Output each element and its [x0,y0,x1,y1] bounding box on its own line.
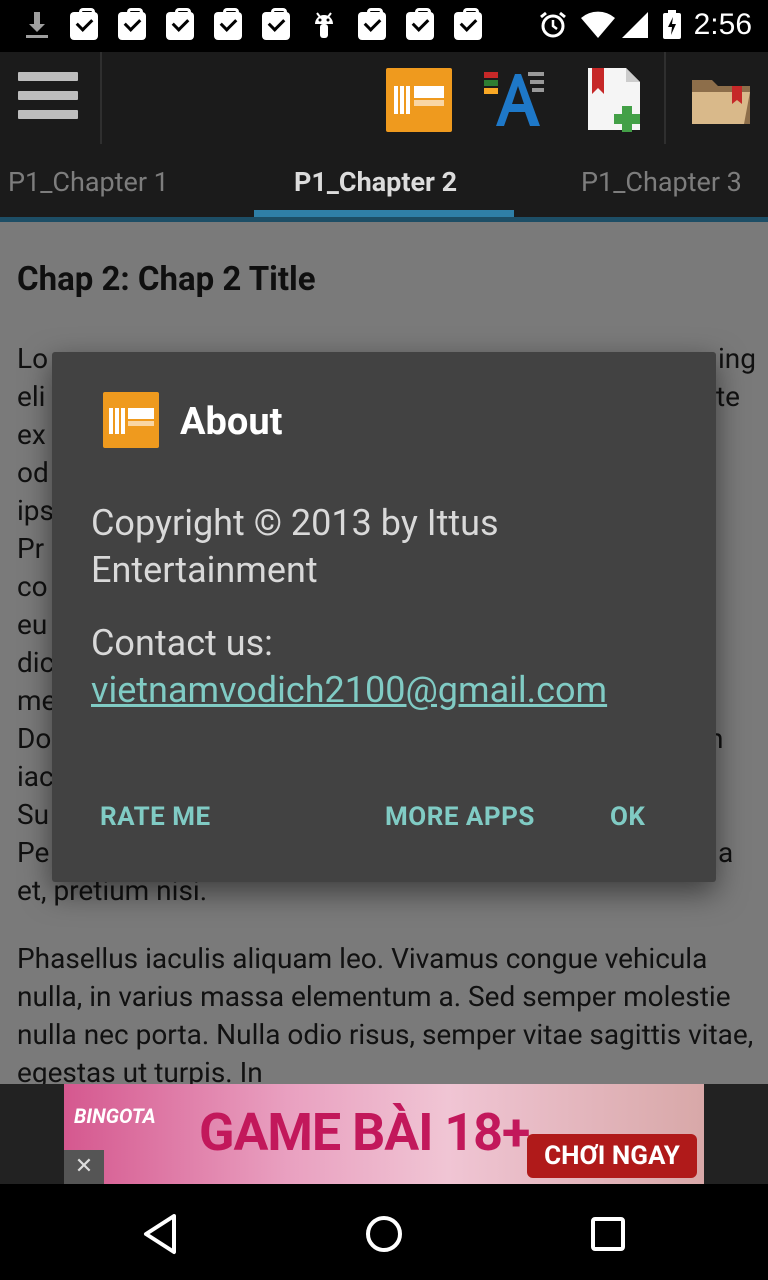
paragraph-1-right-edge: ing te n a [708,340,768,869]
clipboard-check-icon [214,8,242,40]
tab-chapter-3[interactable]: P1_Chapter 3 [581,166,742,198]
about-dialog: About Copyright © 2013 by Ittus Entertai… [52,352,716,882]
more-apps-button[interactable]: MORE APPS [385,802,535,832]
back-icon[interactable] [136,1210,184,1258]
battery-charging-icon [663,10,681,39]
recents-icon[interactable] [584,1210,632,1258]
clipboard-check-icon [118,8,146,40]
status-bar: 2:56 [0,0,768,52]
signal-icon [622,12,648,38]
ad-area: BINGOTA GAME BÀI 18+ CHƠI NGAY ✕ [0,1084,768,1184]
ad-brand: BINGOTA [74,1104,156,1128]
home-icon[interactable] [360,1210,408,1258]
close-icon[interactable]: ✕ [64,1150,104,1184]
ad-cta-button[interactable]: CHƠI NGAY [527,1134,697,1178]
alarm-icon [540,11,566,38]
toolbar-divider [664,52,666,144]
ad-headline: GAME BÀI 18+ [199,1102,530,1163]
ad-banner[interactable]: BINGOTA GAME BÀI 18+ CHƠI NGAY [64,1084,704,1184]
chapter-tabs: P1_Chapter 1 P1_Chapter 2 P1_Chapter 3 [0,144,768,222]
text-fragment: te [716,380,741,413]
tab-active-indicator [254,210,514,217]
bookmarks-folder-icon[interactable] [688,66,754,132]
clipboard-check-icon [358,8,386,40]
ok-button[interactable]: OK [610,802,645,832]
status-clock: 2:56 [693,8,752,41]
toolbar-divider [100,52,102,144]
book-reader-logo-icon[interactable] [386,68,452,132]
email-link[interactable]: vietnamvodich2100@gmail.com [91,667,681,714]
chapter-title: Chap 2: Chap 2 Title [17,260,316,299]
contact-label: Contact us: [91,622,273,664]
tab-chapter-2[interactable]: P1_Chapter 2 [294,166,457,198]
text-fragment: a [718,836,734,869]
navigation-bar [0,1184,768,1280]
android-icon [315,12,333,38]
app-toolbar [0,52,768,144]
dialog-title: About [180,400,283,444]
clipboard-check-icon [454,8,482,40]
text-fragment: ing [718,342,756,375]
rate-me-button[interactable]: RATE ME [100,802,211,832]
download-icon [26,12,48,38]
clipboard-check-icon [262,8,290,40]
wifi-icon [581,11,615,38]
book-reader-logo-icon [103,392,159,448]
clipboard-check-icon [406,8,434,40]
clipboard-check-icon [70,8,98,40]
add-bookmark-icon[interactable] [584,66,650,132]
paragraph-2: Phasellus iaculis aliquam leo. Vivamus c… [17,942,754,1084]
dialog-body: Copyright © 2013 by Ittus Entertainment … [91,500,681,714]
font-size-icon[interactable] [482,66,548,132]
clipboard-check-icon [166,8,194,40]
tab-chapter-1[interactable]: P1_Chapter 1 [8,166,169,198]
copyright-text: Copyright © 2013 by Ittus Entertainment [91,502,499,591]
menu-icon[interactable] [18,72,78,128]
